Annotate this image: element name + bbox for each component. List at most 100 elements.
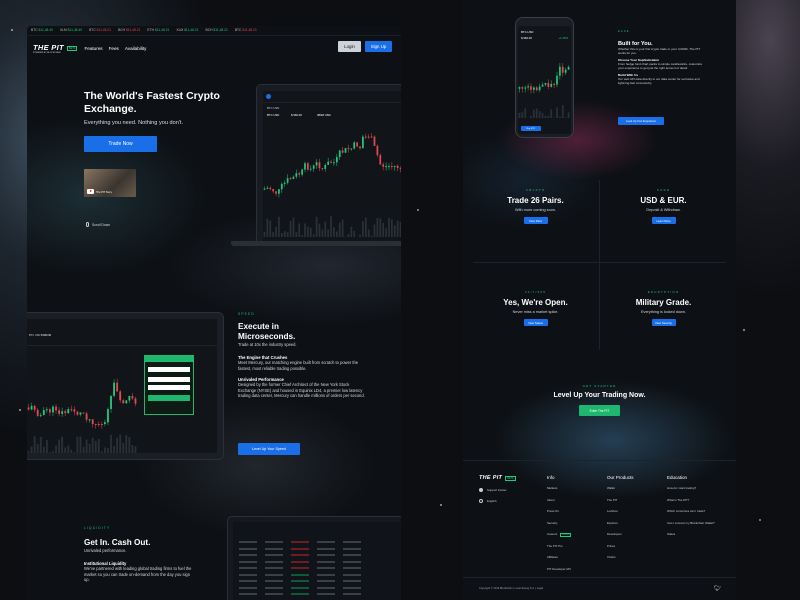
volume-bar bbox=[88, 443, 91, 453]
view-security-button[interactable]: View Security bbox=[651, 319, 676, 326]
beta-badge: BETA bbox=[66, 45, 78, 51]
logo[interactable]: THE PIT POWERED BY BLOCKCHAIN bbox=[33, 43, 64, 54]
footer-link[interactable]: Which currencies can I trade? bbox=[667, 509, 715, 513]
volume-bar bbox=[353, 230, 356, 237]
volume-bar bbox=[289, 220, 292, 237]
phone-buy-button[interactable]: Buy BTC bbox=[521, 126, 541, 131]
level-up-experience-button[interactable]: Level Up Your Experience bbox=[618, 117, 664, 125]
volume-bar bbox=[283, 231, 286, 237]
footer-link[interactable]: Security bbox=[547, 521, 571, 525]
learn-more-button[interactable]: Learn More bbox=[651, 217, 676, 224]
right-page-preview: BTC-USD 8,960.00 +1.26% Buy BTC EASE Bui… bbox=[463, 0, 736, 600]
candle bbox=[27, 407, 30, 410]
volume-bar bbox=[76, 436, 79, 453]
footer-link[interactable]: Careers HIRING bbox=[547, 532, 572, 537]
footer-link[interactable]: The PIT bbox=[607, 498, 634, 502]
volume-bar bbox=[376, 218, 379, 237]
footer-link[interactable]: Explorer bbox=[607, 521, 634, 525]
volume-bar bbox=[286, 232, 289, 237]
candle bbox=[107, 409, 109, 423]
order-panel[interactable] bbox=[144, 355, 194, 415]
candle bbox=[538, 86, 541, 91]
view-pairs-button[interactable]: View Pairs bbox=[523, 217, 548, 224]
candle bbox=[362, 136, 364, 149]
volume-bar bbox=[338, 222, 341, 237]
nav-link-features[interactable]: Features bbox=[84, 46, 102, 51]
level-up-speed-button[interactable]: Level Up Your Speed bbox=[238, 443, 300, 455]
volume-bar bbox=[362, 221, 364, 237]
nav-link-availability[interactable]: Availability bbox=[125, 46, 147, 51]
footer-link[interactable]: Can I connect my Blockchain Wallet? bbox=[667, 521, 715, 525]
signup-button[interactable]: Sign Up bbox=[365, 41, 392, 52]
candle bbox=[67, 409, 70, 414]
footer-link[interactable]: PIT Developer API bbox=[547, 567, 571, 571]
candle bbox=[52, 406, 54, 413]
footer-link[interactable]: Affiliates bbox=[547, 555, 571, 559]
volume-bar bbox=[91, 437, 94, 453]
price-ticker: BTC $11,48.40 XLM $11,48.40 BTC $11,48.21 B… bbox=[27, 26, 401, 36]
footer-link[interactable]: Prices bbox=[607, 544, 634, 548]
volume-bar bbox=[292, 217, 295, 237]
footer-link[interactable]: Markets bbox=[547, 486, 571, 490]
volume-bar bbox=[524, 108, 527, 118]
orderbook-row bbox=[239, 566, 397, 570]
volume-bar bbox=[107, 447, 109, 453]
candle bbox=[272, 189, 275, 192]
nav-link-fees[interactable]: Fees bbox=[109, 46, 119, 51]
candle bbox=[399, 167, 401, 169]
candle bbox=[335, 157, 338, 163]
volume-bar bbox=[85, 439, 88, 453]
login-button[interactable]: Login bbox=[338, 41, 361, 52]
view-status-button[interactable]: View Status bbox=[523, 319, 548, 326]
hero-subtitle: Everything you need. Nothing you don't. bbox=[84, 120, 184, 126]
candle bbox=[64, 411, 67, 414]
candle bbox=[347, 148, 350, 150]
candle bbox=[36, 409, 39, 416]
twitter-icon[interactable]: 🐦︎ bbox=[714, 585, 722, 592]
footer-link[interactable]: The PIT Pro bbox=[547, 544, 571, 548]
video-thumbnail[interactable]: The PIT Story bbox=[84, 169, 136, 197]
phone-screen: BTC-USD 8,960.00 +1.26% Buy BTC bbox=[518, 26, 571, 134]
play-icon[interactable] bbox=[87, 189, 94, 194]
volume-bar bbox=[131, 445, 134, 453]
footer-link[interactable]: Wallet bbox=[607, 486, 634, 490]
trade-now-button[interactable]: Trade Now bbox=[84, 136, 157, 152]
ticker-item: XLM $11,48.21 bbox=[176, 28, 199, 32]
volume-bar bbox=[312, 234, 315, 237]
candle bbox=[134, 398, 137, 404]
volume-bar bbox=[307, 226, 309, 237]
volume-bar bbox=[518, 112, 521, 118]
volume-bar bbox=[538, 111, 541, 118]
candle bbox=[61, 411, 64, 414]
volume-bar bbox=[79, 436, 82, 453]
candle bbox=[364, 136, 367, 138]
footer-link[interactable]: What is The PIT? bbox=[667, 498, 715, 502]
footer-link[interactable]: Developers bbox=[607, 532, 634, 536]
volume-bar bbox=[128, 437, 131, 453]
candle bbox=[298, 173, 301, 175]
candle bbox=[30, 405, 33, 410]
candle bbox=[128, 396, 131, 401]
scroll-down[interactable]: Scroll Down bbox=[86, 222, 110, 227]
support-center-link[interactable]: Support Center bbox=[479, 488, 507, 492]
enter-the-pit-button[interactable]: Enter The PIT bbox=[579, 405, 620, 416]
candle bbox=[79, 412, 82, 415]
candle bbox=[312, 165, 315, 169]
orderbook-row bbox=[239, 553, 397, 557]
candle bbox=[116, 382, 119, 392]
footer-logo[interactable]: THE PIT BETA bbox=[479, 475, 516, 481]
footer-education-column: Education How do I start trading? What is … bbox=[667, 475, 715, 544]
footer-link[interactable]: About bbox=[547, 498, 571, 502]
footer-link[interactable]: How do I start trading? bbox=[667, 486, 715, 490]
volume-bar bbox=[541, 112, 544, 118]
footer-link[interactable]: Status bbox=[667, 532, 715, 536]
footer-link[interactable]: Lockbox bbox=[607, 509, 634, 513]
candle bbox=[344, 148, 347, 153]
volume-bar bbox=[110, 434, 112, 453]
candle bbox=[373, 136, 376, 146]
candle bbox=[541, 84, 544, 87]
language-selector[interactable]: English bbox=[479, 499, 496, 503]
footer-link[interactable]: Charts bbox=[607, 555, 634, 559]
volume-bar bbox=[350, 226, 353, 237]
footer-link[interactable]: Press Kit bbox=[547, 509, 571, 513]
